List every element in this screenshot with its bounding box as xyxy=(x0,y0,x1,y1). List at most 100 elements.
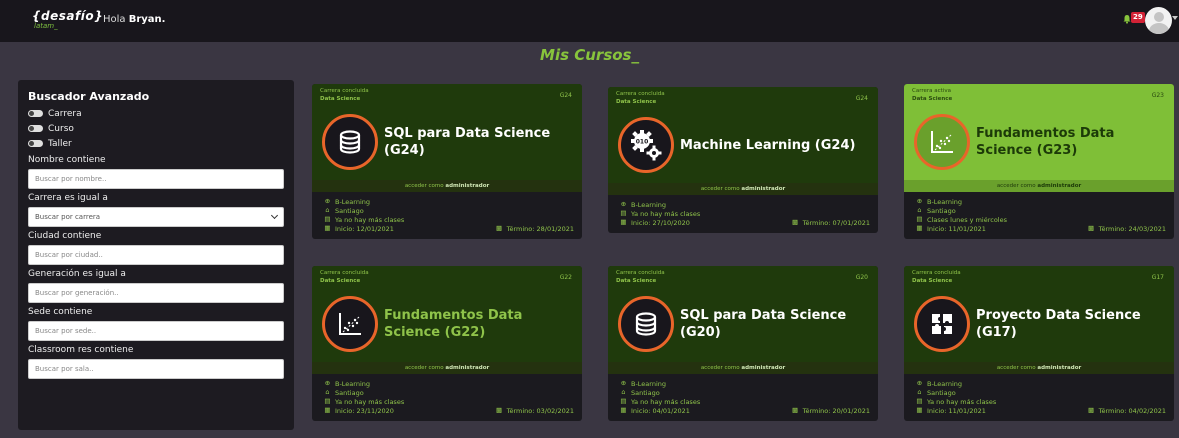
card-details: ⊕ B-Learning ▤ Ya no hay más clases ▦ Inici… xyxy=(608,195,878,233)
avatar[interactable] xyxy=(1145,7,1172,34)
end-date: Término: 04/02/2021 xyxy=(1098,406,1166,415)
card-category: Data Science xyxy=(912,96,953,102)
logo-subtext: latam_ xyxy=(34,22,58,30)
card-title[interactable]: Fundamentos Data Science (G22) xyxy=(384,302,574,346)
filter-option-carrera[interactable]: Carrera xyxy=(28,106,284,121)
toggle-icon[interactable] xyxy=(28,140,43,147)
admin-access-link[interactable]: acceder como administrador xyxy=(904,362,1174,374)
scatter-chart-icon xyxy=(914,114,970,170)
card-header[interactable]: Carrera concluida Data Science G24 SQL p… xyxy=(312,84,582,192)
chevron-down-icon xyxy=(270,211,279,220)
course-card[interactable]: Carrera concluida Data Science G24 010 M… xyxy=(608,87,878,233)
filter-option-curso[interactable]: Curso xyxy=(28,121,284,136)
card-header[interactable]: Carrera concluida Data Science G20 SQL p… xyxy=(608,266,878,374)
filter-option-label: Taller xyxy=(48,138,72,149)
end-date-group: ▩ Término: 03/02/2021 xyxy=(496,407,574,415)
end-date-group: ▩ Término: 04/02/2021 xyxy=(1088,407,1166,415)
avatar-head-shape xyxy=(1154,12,1164,22)
end-date-group: ▩ Término: 07/01/2021 xyxy=(792,219,870,227)
modality-text: B-Learning xyxy=(335,197,371,206)
calendar-check-icon: ▩ xyxy=(792,406,799,414)
card-category: Data Science xyxy=(616,99,657,105)
calendar-icon: ▤ xyxy=(916,215,923,223)
building-icon: ⌂ xyxy=(917,388,922,396)
card-code: G23 xyxy=(1151,92,1164,99)
city-text: Santiago xyxy=(335,206,364,215)
brand-logo[interactable]: {desafío} latam_ xyxy=(32,10,103,30)
sede-label: Sede contiene xyxy=(28,307,93,317)
dates-row: ▦ Inicio: 12/01/2021 ▩ Término: 28/01/2021 xyxy=(324,224,574,233)
modality-text: B-Learning xyxy=(927,197,963,206)
page-title: Mis Cursos_ xyxy=(540,46,639,64)
modality-text: B-Learning xyxy=(335,379,371,388)
end-date-group: ▩ Término: 28/01/2021 xyxy=(496,225,574,233)
card-code: G24 xyxy=(559,92,572,99)
globe-icon: ⊕ xyxy=(620,200,627,208)
course-card[interactable]: Carrera activa Data Science G23 Fundamen… xyxy=(904,84,1174,239)
card-header[interactable]: Carrera activa Data Science G23 Fundamen… xyxy=(904,84,1174,192)
filter-option-taller[interactable]: Taller xyxy=(28,136,284,151)
ciudad-input[interactable] xyxy=(28,245,284,265)
admin-prefix: acceder como xyxy=(996,183,1038,189)
toggle-icon[interactable] xyxy=(28,110,43,117)
user-menu-caret-icon[interactable] xyxy=(1172,16,1178,20)
admin-access-link[interactable]: acceder como administrador xyxy=(904,180,1174,192)
card-code: G20 xyxy=(855,274,868,281)
admin-access-link[interactable]: acceder como administrador xyxy=(312,180,582,192)
card-title[interactable]: SQL para Data Science (G24) xyxy=(384,120,574,164)
classes-text: Ya no hay más clases xyxy=(631,209,701,218)
classes-text: Ya no hay más clases xyxy=(335,215,405,224)
carrera-select[interactable]: Buscar por carrera xyxy=(28,207,284,227)
generacion-label: Generación es igual a xyxy=(28,269,126,279)
card-title[interactable]: Machine Learning (G24) xyxy=(680,123,870,167)
generacion-input[interactable] xyxy=(28,283,284,303)
admin-access-link[interactable]: acceder como administrador xyxy=(608,183,878,195)
admin-access-link[interactable]: acceder como administrador xyxy=(312,362,582,374)
card-title[interactable]: Proyecto Data Science (G17) xyxy=(976,302,1166,346)
calendar-icon: ▤ xyxy=(324,397,331,405)
classroom-input[interactable] xyxy=(28,359,284,379)
modality-row: ⊕ B-Learning xyxy=(620,379,870,388)
toggle-icon[interactable] xyxy=(28,125,43,132)
globe-icon: ⊕ xyxy=(324,197,331,205)
calendar-check-icon: ▩ xyxy=(496,406,503,414)
calendar-check-icon: ▩ xyxy=(792,218,799,226)
card-details: ⊕ B-Learning ⌂ Santiago ▤ Ya no hay más cla… xyxy=(608,374,878,421)
calendar-check-icon: ▩ xyxy=(1088,406,1095,414)
course-card[interactable]: Carrera concluida Data Science G17 Proye… xyxy=(904,266,1174,421)
card-title[interactable]: SQL para Data Science (G20) xyxy=(680,302,870,346)
modality-row: ⊕ B-Learning xyxy=(324,197,574,206)
card-title[interactable]: Fundamentos Data Science (G23) xyxy=(976,120,1166,164)
classes-row: ▤ Ya no hay más clases xyxy=(324,215,574,224)
course-card[interactable]: Carrera concluida Data Science G24 SQL p… xyxy=(312,84,582,239)
modality-row: ⊕ B-Learning xyxy=(916,197,1166,206)
nombre-input[interactable] xyxy=(28,169,284,189)
carrera-select-value: Buscar por carrera xyxy=(35,213,101,221)
calendar-icon: ▦ xyxy=(916,406,923,414)
top-navbar: {desafío} latam_ Hola Bryan. 29 xyxy=(0,0,1179,42)
card-category: Data Science xyxy=(320,96,361,102)
svg-text:010: 010 xyxy=(636,139,649,146)
admin-access-link[interactable]: acceder como administrador xyxy=(608,362,878,374)
globe-icon: ⊕ xyxy=(916,379,923,387)
calendar-icon: ▦ xyxy=(916,224,923,232)
start-date: Inicio: 27/10/2020 xyxy=(631,218,690,227)
calendar-icon: ▤ xyxy=(620,209,627,217)
avatar-body-shape xyxy=(1149,23,1169,34)
card-header[interactable]: Carrera concluida Data Science G22 Funda… xyxy=(312,266,582,374)
card-header[interactable]: Carrera concluida Data Science G17 Proye… xyxy=(904,266,1174,374)
classes-text: Clases lunes y miércoles xyxy=(927,215,1007,224)
course-card[interactable]: Carrera concluida Data Science G20 SQL p… xyxy=(608,266,878,421)
greeting-prefix: Hola xyxy=(103,14,129,25)
notification-badge: 29 xyxy=(1131,12,1145,23)
card-header[interactable]: Carrera concluida Data Science G24 010 M… xyxy=(608,87,878,195)
card-status: Carrera concluida xyxy=(912,270,961,276)
sede-input[interactable] xyxy=(28,321,284,341)
course-card[interactable]: Carrera concluida Data Science G22 Funda… xyxy=(312,266,582,421)
city-text: Santiago xyxy=(927,206,956,215)
classes-text: Ya no hay más clases xyxy=(335,397,405,406)
city-row: ⌂ Santiago xyxy=(620,388,870,397)
calendar-icon: ▤ xyxy=(324,215,331,223)
modality-text: B-Learning xyxy=(631,379,667,388)
end-date-group: ▩ Término: 24/03/2021 xyxy=(1088,225,1166,233)
